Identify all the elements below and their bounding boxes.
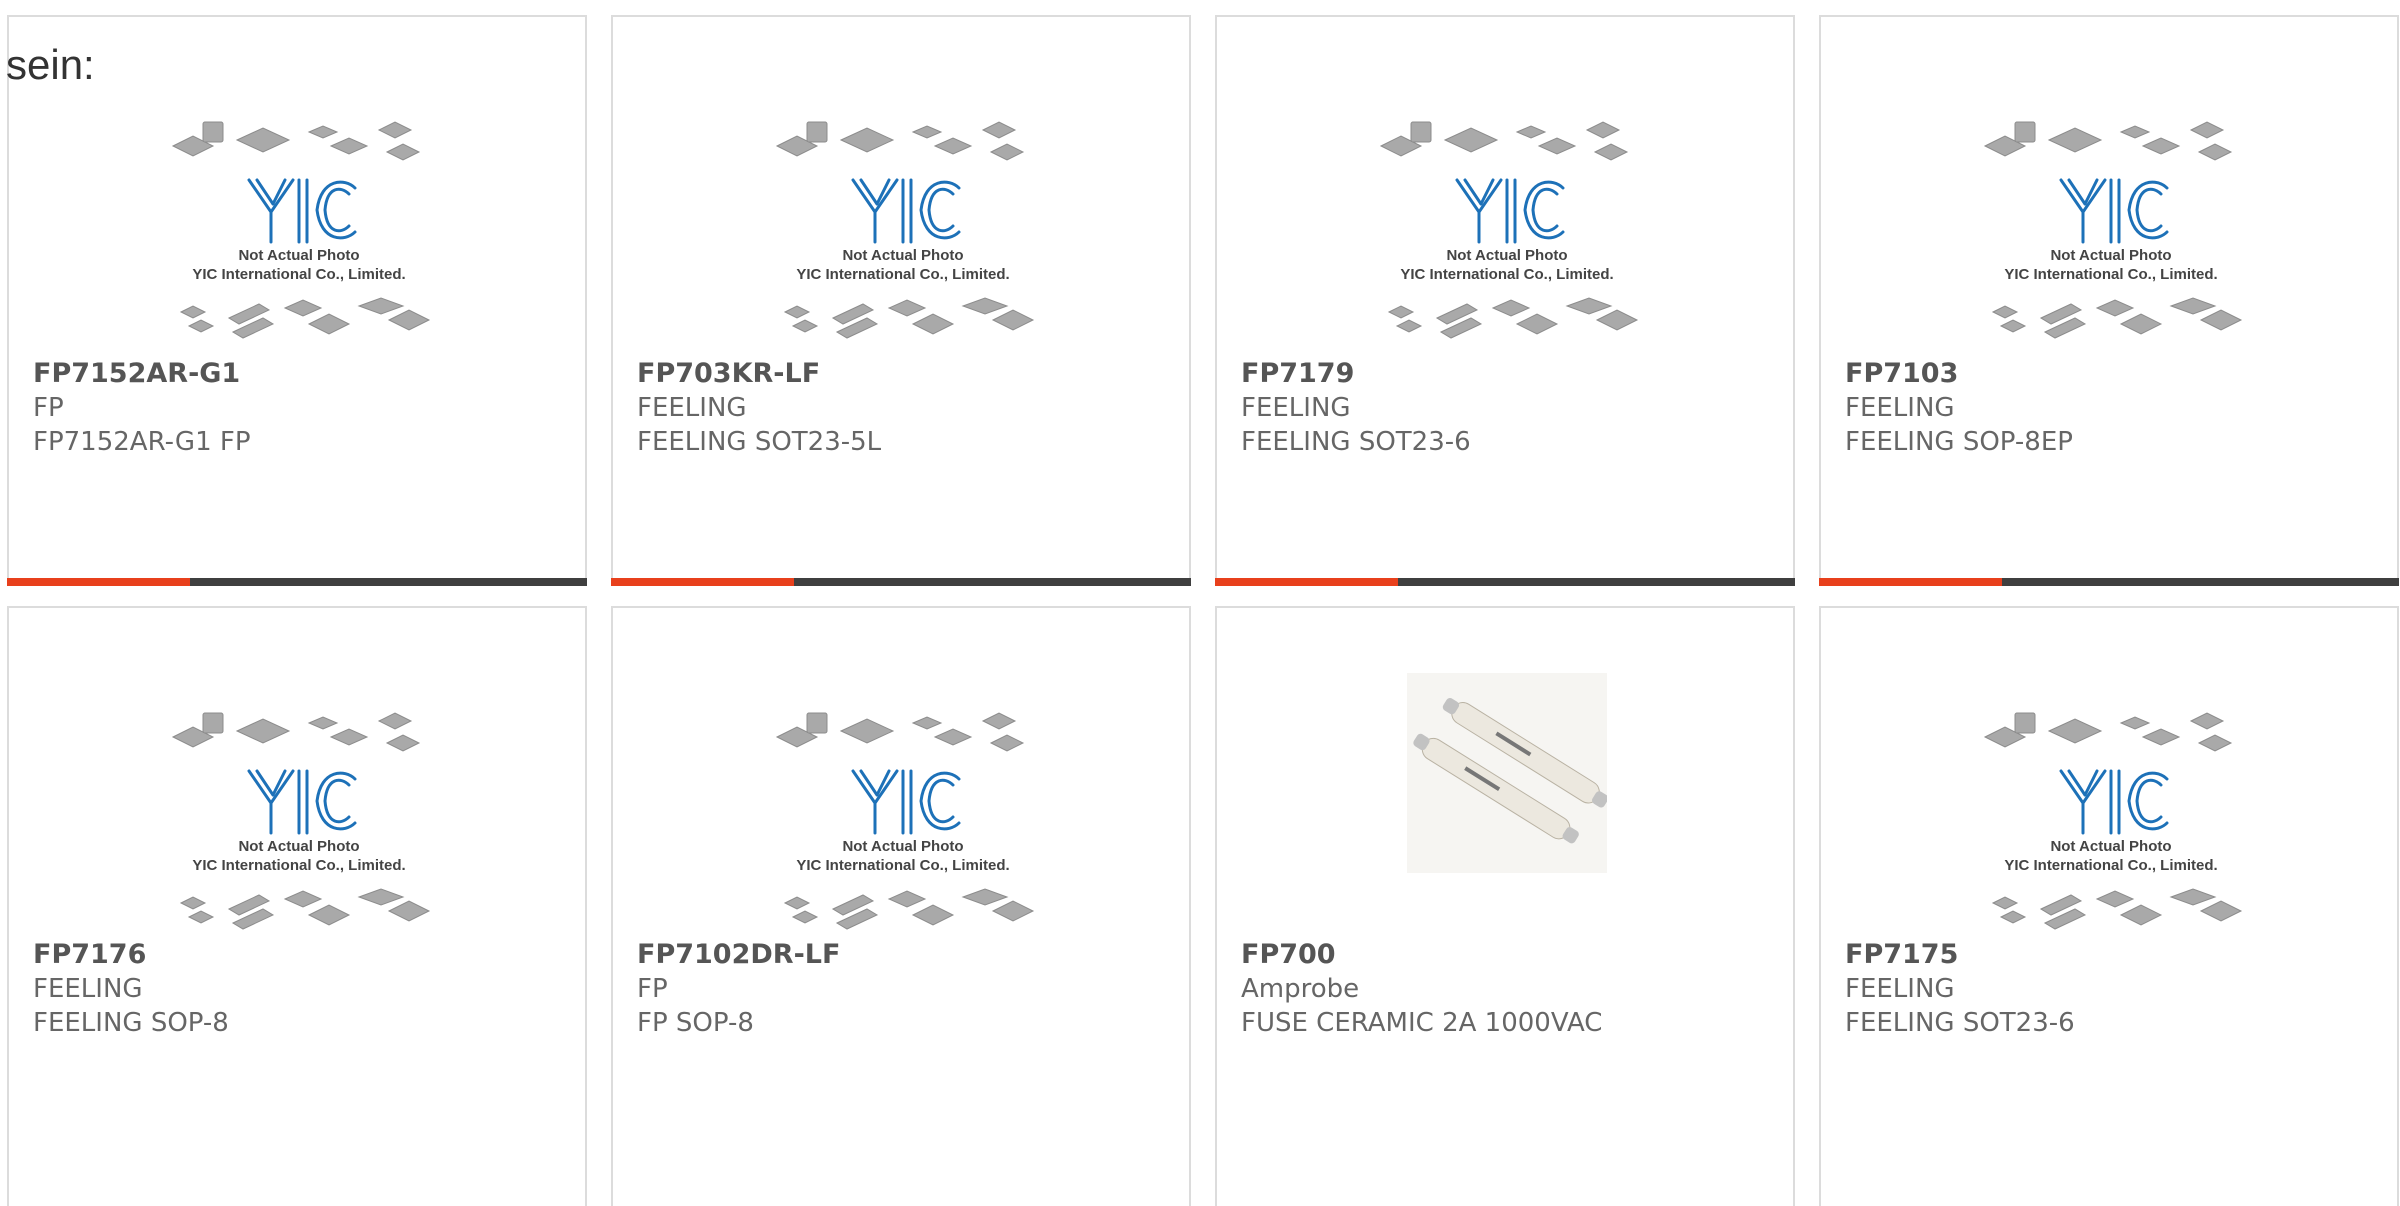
product-name[interactable]: FP703KR-LF bbox=[637, 357, 820, 391]
product-brand: FP bbox=[637, 974, 668, 1004]
product-image-placeholder bbox=[763, 102, 1043, 347]
product-name[interactable]: FP7175 bbox=[1845, 938, 1958, 972]
product-image-placeholder bbox=[159, 693, 439, 938]
product-name[interactable]: FP700 bbox=[1241, 938, 1336, 972]
product-name[interactable]: FP7103 bbox=[1845, 357, 1958, 391]
product-brand: FEELING bbox=[637, 393, 747, 423]
product-description: FP7152AR-G1 FP bbox=[33, 427, 251, 457]
card-bottom-bar bbox=[7, 578, 587, 586]
product-image-placeholder bbox=[1367, 102, 1647, 347]
product-card[interactable]: FP7103 FEELING FEELING SOP-8EP bbox=[1819, 15, 2399, 586]
card-bottom-bar bbox=[1215, 578, 1795, 586]
product-image-placeholder bbox=[1971, 693, 2251, 938]
product-name[interactable]: FP7179 bbox=[1241, 357, 1354, 391]
product-description: FEELING SOT23-6 bbox=[1845, 1008, 2075, 1038]
product-description: FUSE CERAMIC 2A 1000VAC bbox=[1241, 1008, 1603, 1038]
product-brand: FEELING bbox=[33, 974, 143, 1004]
product-card[interactable]: FP703KR-LF FEELING FEELING SOT23-5L bbox=[611, 15, 1191, 586]
product-brand: Amprobe bbox=[1241, 974, 1360, 1004]
product-grid: FP7152AR-G1 FP FP7152AR-G1 FP FP703KR-LF… bbox=[7, 15, 2399, 1206]
product-image-placeholder bbox=[763, 693, 1043, 938]
product-description: FEELING SOT23-6 bbox=[1241, 427, 1471, 457]
product-card[interactable]: FP7152AR-G1 FP FP7152AR-G1 FP bbox=[7, 15, 587, 586]
card-bottom-bar bbox=[611, 578, 1191, 586]
product-card[interactable]: FP7179 FEELING FEELING SOT23-6 bbox=[1215, 15, 1795, 586]
product-card[interactable]: FP7176 FEELING FEELING SOP-8 bbox=[7, 606, 587, 1206]
product-image-placeholder bbox=[159, 102, 439, 347]
product-name[interactable]: FP7102DR-LF bbox=[637, 938, 840, 972]
product-brand: FEELING bbox=[1845, 393, 1955, 423]
product-image-placeholder bbox=[1971, 102, 2251, 347]
ceramic-fuse-photo bbox=[1407, 673, 1607, 873]
intro-text: sein: bbox=[6, 41, 95, 88]
product-card[interactable]: FP7175 FEELING FEELING SOT23-6 bbox=[1819, 606, 2399, 1206]
product-brand: FEELING bbox=[1241, 393, 1351, 423]
card-bottom-bar bbox=[1819, 578, 2399, 586]
product-description: FEELING SOT23-5L bbox=[637, 427, 882, 457]
product-brand: FEELING bbox=[1845, 974, 1955, 1004]
product-brand: FP bbox=[33, 393, 64, 423]
product-description: FEELING SOP-8 bbox=[33, 1008, 229, 1038]
product-name[interactable]: FP7152AR-G1 bbox=[33, 357, 240, 391]
product-card[interactable]: FP7102DR-LF FP FP SOP-8 bbox=[611, 606, 1191, 1206]
product-name[interactable]: FP7176 bbox=[33, 938, 146, 972]
product-card[interactable]: FP700 Amprobe FUSE CERAMIC 2A 1000VAC bbox=[1215, 606, 1795, 1206]
product-description: FP SOP-8 bbox=[637, 1008, 754, 1038]
product-description: FEELING SOP-8EP bbox=[1845, 427, 2073, 457]
